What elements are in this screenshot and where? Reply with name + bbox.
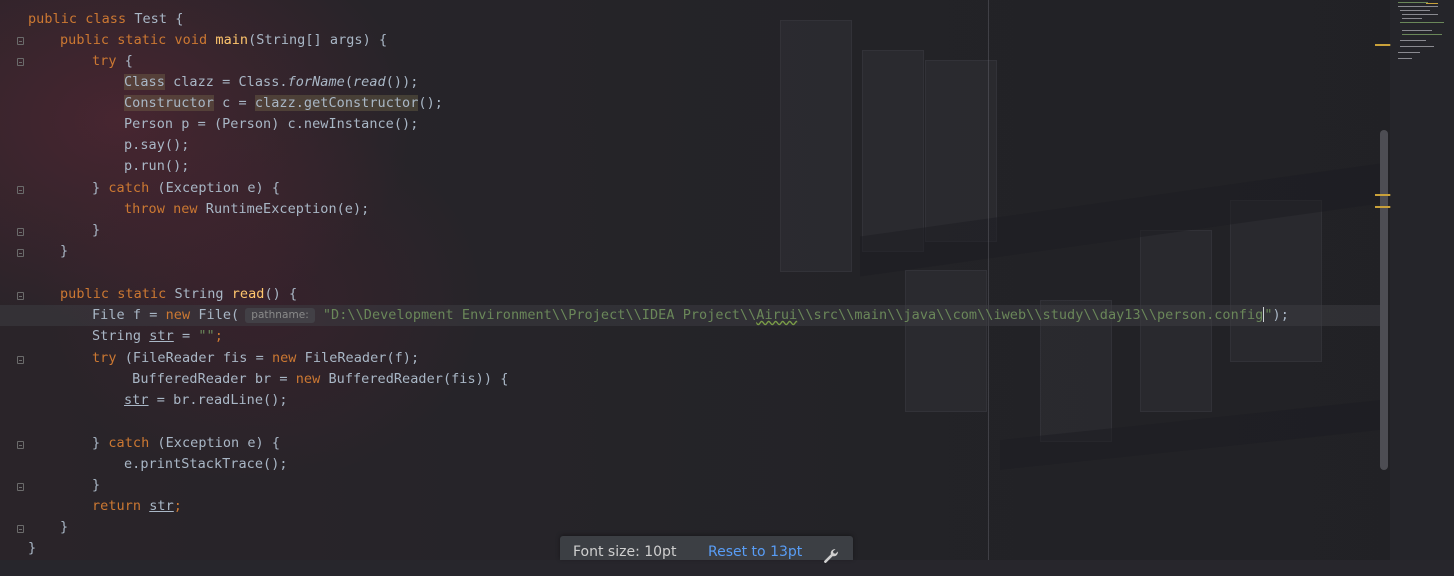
- code-text: =: [173, 328, 199, 344]
- code-line: String str = "";: [92, 326, 223, 347]
- code-text: ;: [173, 498, 182, 514]
- code-line: public static void main(String[] args) {: [60, 30, 387, 51]
- code-line: Person p = (Person) c.newInstance();: [124, 116, 419, 132]
- wrench-icon[interactable]: [822, 544, 840, 563]
- code-text: File f =: [92, 307, 166, 323]
- highlighted-call: clazz.getConstructor: [254, 95, 419, 111]
- code-text: clazz = Class.: [164, 74, 288, 90]
- keyword: public class: [28, 11, 135, 27]
- keyword: new: [165, 307, 191, 323]
- font-size-popup: Font size: 10pt Reset to 13pt: [560, 536, 853, 563]
- code-line: public static String read() {: [60, 284, 297, 305]
- error-stripe-mark[interactable]: [1375, 206, 1391, 208]
- keyword: catch: [108, 180, 150, 196]
- variable: str: [124, 392, 149, 408]
- keyword: public static: [60, 286, 175, 302]
- code-line: Class clazz = Class.forName(read());: [124, 72, 418, 93]
- code-text: String: [174, 286, 232, 302]
- code-text: (FileReader fis =: [116, 350, 272, 366]
- code-text: (Exception e) {: [149, 180, 281, 196]
- code-line: }: [60, 519, 69, 535]
- code-line: Constructor c = clazz.getConstructor();: [124, 93, 443, 114]
- typo-warning: Airui: [756, 307, 798, 323]
- string-literal: \\src\\main\\java\\com\\iweb\\study\\day…: [797, 307, 1264, 323]
- string-literal: "": [198, 328, 215, 344]
- code-line: BufferedReader br = new BufferedReader(f…: [124, 369, 508, 390]
- keyword: throw new: [124, 201, 198, 217]
- code-line: } catch (Exception e) {: [92, 433, 280, 454]
- code-line: e.printStackTrace();: [124, 456, 288, 472]
- string-literal: ": [1264, 307, 1273, 323]
- error-stripe-mark[interactable]: [1375, 194, 1391, 196]
- code-text: () {: [264, 286, 298, 302]
- keyword: new: [295, 371, 321, 387]
- keyword: catch: [108, 435, 150, 451]
- code-line: try {: [92, 51, 133, 72]
- code-text: RuntimeException(e);: [197, 201, 370, 217]
- code-text: String: [92, 328, 150, 344]
- highlighted-type: Class: [124, 74, 165, 90]
- code-text: ());: [385, 74, 419, 90]
- variable: str: [149, 328, 174, 344]
- code-line: p.run();: [124, 158, 190, 174]
- code-editor[interactable]: public class Test { public static void m…: [0, 0, 1390, 560]
- method-call: forName: [287, 74, 345, 90]
- method-name: main: [215, 32, 249, 48]
- code-text: (String[] args) {: [248, 32, 388, 48]
- code-text: c =: [213, 95, 255, 111]
- code-line: throw new RuntimeException(e);: [124, 199, 369, 220]
- highlighted-type: Constructor: [124, 95, 214, 111]
- parameter-hint: pathname:: [245, 308, 315, 323]
- class-name: Test {: [134, 11, 184, 27]
- error-stripe-mark[interactable]: [1375, 44, 1391, 46]
- keyword: new: [271, 350, 297, 366]
- code-text: ();: [418, 95, 443, 111]
- code-text: ;: [214, 328, 223, 344]
- code-text: {: [116, 53, 133, 69]
- code-text: = br.readLine();: [148, 392, 288, 408]
- variable: str: [149, 498, 174, 514]
- code-line: }: [60, 243, 69, 259]
- code-line: try (FileReader fis = new FileReader(f);: [92, 348, 419, 369]
- keyword: return: [92, 498, 150, 514]
- code-line: }: [92, 222, 101, 238]
- code-text: FileReader(f);: [296, 350, 420, 366]
- code-text: File(: [190, 307, 240, 323]
- code-text: (Exception e) {: [149, 435, 281, 451]
- method-name: read: [231, 286, 265, 302]
- code-text: (: [344, 74, 353, 90]
- method-call: read: [353, 74, 386, 90]
- code-line: } catch (Exception e) {: [92, 178, 280, 199]
- code-text: }: [92, 435, 109, 451]
- code-text: BufferedReader(fis)) {: [320, 371, 509, 387]
- code-text: BufferedReader br =: [124, 371, 296, 387]
- code-line: p.say();: [124, 137, 190, 153]
- scrollbar-thumb[interactable]: [1380, 130, 1388, 470]
- code-line: public class Test {: [28, 9, 183, 30]
- code-line: }: [92, 477, 101, 493]
- code-line: str = br.readLine();: [124, 390, 288, 411]
- keyword: public static void: [60, 32, 216, 48]
- code-text: }: [92, 180, 109, 196]
- keyword: try: [92, 350, 117, 366]
- code-text: );: [1272, 307, 1289, 323]
- code-line: }: [28, 540, 37, 556]
- current-code-line: File f = new File( pathname: "D:\\Developm…: [0, 305, 1380, 326]
- string-literal: "D:\\Development Environment\\Project\\I…: [322, 307, 757, 323]
- code-minimap[interactable]: [1390, 0, 1454, 560]
- reset-font-size-link[interactable]: Reset to 13pt: [708, 536, 802, 568]
- keyword: try: [92, 53, 117, 69]
- code-line: return str;: [92, 496, 182, 517]
- font-size-label: Font size: 10pt: [573, 544, 677, 560]
